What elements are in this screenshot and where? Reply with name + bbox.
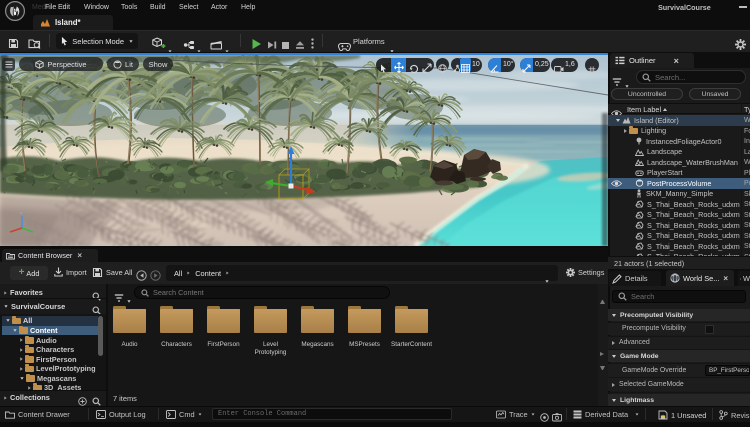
svg-text:z: z: [20, 210, 22, 215]
